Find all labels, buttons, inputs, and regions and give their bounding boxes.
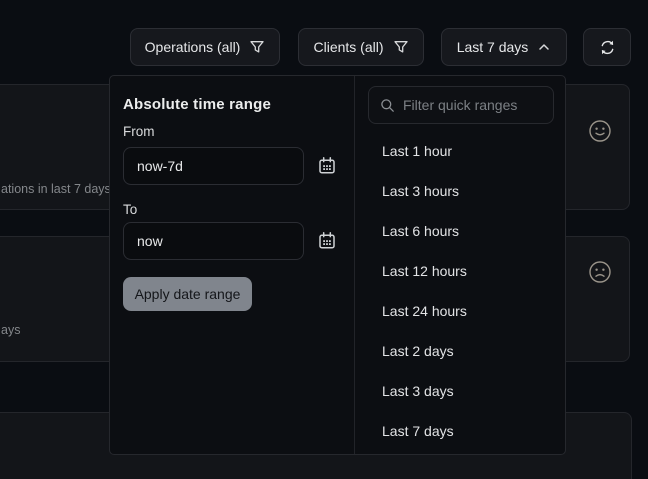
refresh-icon [599,39,616,56]
frowny-face-icon [588,260,612,284]
clients-filter-button[interactable]: Clients (all) [298,28,424,66]
quick-range-last-7-days[interactable]: Last 7 days [355,411,566,451]
quick-range-last-12-hours[interactable]: Last 12 hours [355,251,566,291]
quick-range-last-2-days[interactable]: Last 2 days [355,331,566,371]
app-window: ations in last 7 days ays Operations (al… [0,0,648,479]
filter-funnel-icon [393,39,409,55]
from-input[interactable] [123,147,304,185]
quick-range-last-1-hour[interactable]: Last 1 hour [355,131,566,171]
calendar-icon [317,231,337,251]
card-subtitle: ations in last 7 days [1,182,111,196]
quick-ranges-list: Last 1 hour Last 3 hours Last 6 hours La… [355,131,566,451]
to-label: To [123,202,137,217]
clients-filter-label: Clients (all) [313,39,383,55]
quick-range-last-3-days[interactable]: Last 3 days [355,371,566,411]
card-subtitle: ays [1,323,20,337]
smiley-face-icon [588,119,612,143]
to-input[interactable] [123,222,304,260]
filter-funnel-icon [249,39,265,55]
apply-date-range-button[interactable]: Apply date range [123,277,252,311]
quick-range-last-3-hours[interactable]: Last 3 hours [355,171,566,211]
calendar-icon [317,156,337,176]
chevron-up-icon [537,40,551,54]
operations-filter-button[interactable]: Operations (all) [130,28,280,66]
time-picker-dropdown: Absolute time range From To Apply dat [109,75,566,455]
operations-filter-label: Operations (all) [145,39,241,55]
quick-range-last-24-hours[interactable]: Last 24 hours [355,291,566,331]
refresh-button[interactable] [583,28,631,66]
absolute-range-title: Absolute time range [123,96,271,113]
time-range-label: Last 7 days [457,39,529,55]
from-calendar-button[interactable] [316,156,338,178]
to-calendar-button[interactable] [316,231,338,253]
quick-range-last-6-hours[interactable]: Last 6 hours [355,211,566,251]
from-label: From [123,124,155,139]
filter-quick-ranges-input[interactable] [368,86,554,124]
time-range-button[interactable]: Last 7 days [441,28,567,66]
